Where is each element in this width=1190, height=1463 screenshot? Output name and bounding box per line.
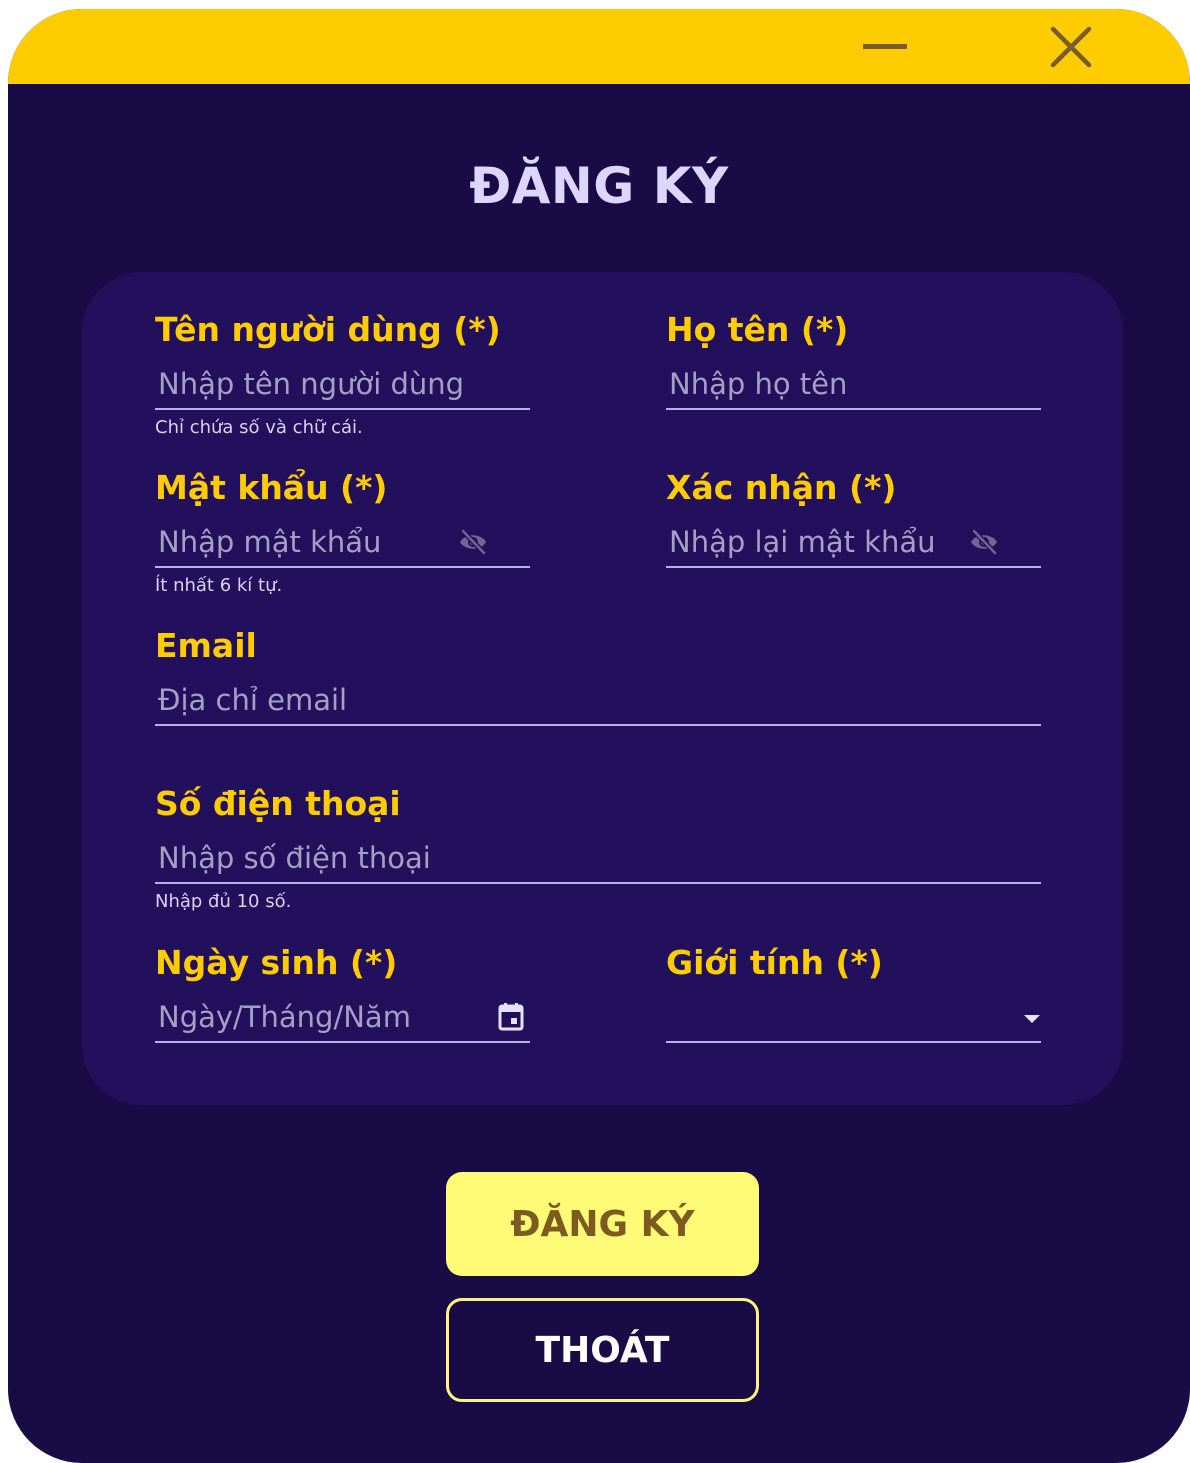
minimize-icon [863,43,907,49]
fullname-input[interactable]: Nhập họ tên [666,362,1041,410]
password-helper: Ít nhất 6 kí tự. [155,575,283,596]
close-button[interactable] [1039,9,1103,84]
phone-helper: Nhập đủ 10 số. [155,891,292,912]
title-bar[interactable] [8,9,1190,84]
password-field-group: Mật khẩu (*) Nhập mật khẩu Ít nhất 6 kí … [155,468,530,608]
eye-off-icon[interactable] [457,526,489,558]
gender-select[interactable] [666,995,1041,1043]
username-placeholder: Nhập tên người dùng [158,367,465,401]
confirm-placeholder: Nhập lại mật khẩu [669,525,936,559]
username-input[interactable]: Nhập tên người dùng [155,362,530,410]
minimize-button[interactable] [853,9,917,84]
phone-input[interactable]: Nhập số điện thoại [155,836,1041,884]
birthday-label: Ngày sinh (*) [155,943,398,982]
gender-field-group: Giới tính (*) [666,943,1041,1053]
fullname-label: Họ tên (*) [666,310,849,349]
confirm-password-input[interactable]: Nhập lại mật khẩu [666,520,1041,568]
username-helper: Chỉ chứa số và chữ cái. [155,417,363,438]
close-icon [1050,26,1092,67]
gender-label: Giới tính (*) [666,943,883,982]
fullname-placeholder: Nhập họ tên [669,367,848,401]
password-placeholder: Nhập mật khẩu [158,525,382,559]
phone-label: Số điện thoại [155,784,401,823]
password-input[interactable]: Nhập mật khẩu [155,520,530,568]
fullname-field-group: Họ tên (*) Nhập họ tên [666,310,1041,420]
password-label: Mật khẩu (*) [155,468,388,507]
email-input[interactable]: Địa chỉ email [155,678,1041,726]
register-button[interactable]: ĐĂNG KÝ [446,1172,759,1276]
dropdown-arrow-icon[interactable] [1016,1003,1048,1035]
page-title: ĐĂNG KÝ [469,157,729,215]
birthday-field-group: Ngày sinh (*) Ngày/Tháng/Năm [155,943,530,1053]
email-label: Email [155,626,257,665]
calendar-icon[interactable] [495,1001,527,1033]
phone-placeholder: Nhập số điện thoại [158,841,431,875]
birthday-placeholder: Ngày/Tháng/Năm [158,1000,411,1034]
username-field-group: Tên người dùng (*) Nhập tên người dùng C… [155,310,530,450]
eye-off-icon[interactable] [968,526,1000,558]
birthday-input[interactable]: Ngày/Tháng/Năm [155,995,530,1043]
confirm-field-group: Xác nhận (*) Nhập lại mật khẩu [666,468,1041,578]
register-window: ĐĂNG KÝ Tên người dùng (*) Nhập tên ngườ… [8,9,1190,1463]
exit-button[interactable]: THOÁT [446,1298,759,1402]
username-label: Tên người dùng (*) [155,310,501,349]
form-panel: Tên người dùng (*) Nhập tên người dùng C… [82,272,1123,1105]
email-placeholder: Địa chỉ email [158,683,348,717]
phone-field-group: Số điện thoại Nhập số điện thoại Nhập đủ… [155,784,1041,924]
confirm-label: Xác nhận (*) [666,468,897,507]
email-field-group: Email Địa chỉ email [155,626,1041,736]
